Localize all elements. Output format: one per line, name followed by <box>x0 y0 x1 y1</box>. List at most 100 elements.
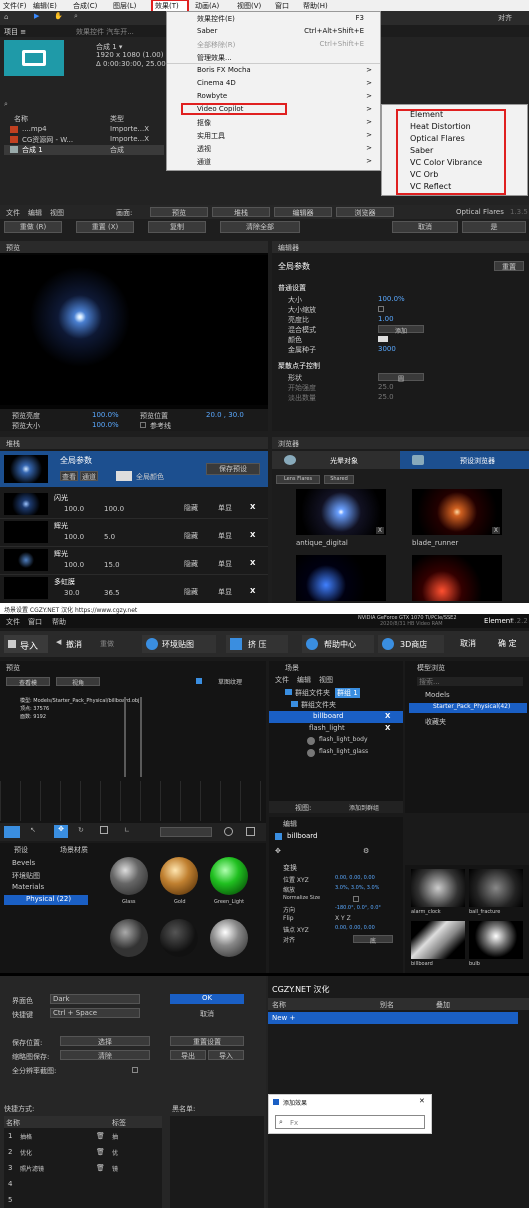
draft-texture-checkbox[interactable] <box>196 678 202 684</box>
editor-reset-button[interactable]: 重置 <box>494 261 524 271</box>
model-thumb[interactable] <box>411 921 465 959</box>
redo-button[interactable]: 重做 <box>100 639 114 649</box>
save-preset-button[interactable]: 保存预设 <box>206 463 260 475</box>
scene-row-flashlight[interactable]: flash_light X <box>269 723 403 735</box>
solo-button[interactable]: 单显 <box>218 559 232 569</box>
model-thumb[interactable] <box>469 869 523 907</box>
delete-layer-button[interactable]: X <box>250 503 255 511</box>
list-item[interactable]: ....mp4 Importe...X <box>4 125 164 135</box>
choose-path-button[interactable]: 选择 <box>60 1036 150 1046</box>
tab-project[interactable]: 项目 ≡ <box>4 27 26 37</box>
physical-folder[interactable]: Physical (22) <box>4 895 88 905</box>
prefs-cancel-button[interactable]: 取消 <box>200 1009 214 1019</box>
submenu-item-reflect[interactable]: VC Reflect <box>410 182 451 191</box>
el-ok-button[interactable]: 确 定 <box>498 638 517 649</box>
submenu-item-saber[interactable]: Saber <box>410 146 433 155</box>
menu-item-perspective[interactable]: 透视 > <box>167 142 380 155</box>
chip-shared[interactable]: Shared <box>324 475 354 484</box>
select-tool-icon[interactable]: ↖ <box>30 826 36 834</box>
solo-button[interactable]: 单显 <box>218 531 232 541</box>
table-row[interactable]: 4 <box>4 1176 162 1192</box>
scene-row-group2[interactable]: 群组文件夹 <box>269 699 403 711</box>
menu-item-channel[interactable]: 通道 > <box>167 155 380 168</box>
col-name[interactable]: 名称 <box>14 114 28 124</box>
help-center-button[interactable]: 帮助中心 <box>302 635 374 653</box>
chip-lens-flares[interactable]: Lens Flares <box>276 475 320 484</box>
el-menu-help[interactable]: 帮助 <box>52 617 66 627</box>
checkbox[interactable] <box>378 306 384 312</box>
preset-thumb[interactable]: X <box>296 489 386 535</box>
of-tab-browser[interactable]: 浏览器 <box>336 207 394 217</box>
blend-mode-select[interactable]: 添加 <box>378 325 424 335</box>
table-row[interactable]: 多虹膜 30.0 36.5 隐藏 单显 X <box>0 575 268 603</box>
copy-button[interactable]: 复制 <box>148 221 206 233</box>
table-row[interactable]: 辉光 100.0 15.0 隐藏 单显 X <box>0 547 268 575</box>
tab-effect-controls[interactable]: 效果控件 汽车开... <box>76 27 134 37</box>
col-type[interactable]: 类型 <box>110 114 124 124</box>
model-folder-selected[interactable]: Starter_Pack_Physical(42) <box>409 703 527 713</box>
zoom-tool-icon[interactable]: ⌕ <box>74 12 78 21</box>
import-button[interactable]: 导入 <box>208 1050 244 1060</box>
list-item[interactable]: CG资源网 - W... Importe...X <box>4 135 164 145</box>
hide-button[interactable]: 隐藏 <box>184 503 198 513</box>
new-effect-row[interactable]: New + <box>268 1012 518 1024</box>
solo-button[interactable]: 单显 <box>218 587 232 597</box>
prefs-ok-button[interactable]: OK <box>170 994 244 1004</box>
scene-row-group1[interactable]: 群组文件夹 群组 1 <box>269 687 403 699</box>
menu-layer[interactable]: 图层(L) <box>113 1 151 11</box>
delete-layer-button[interactable]: X <box>250 531 255 539</box>
tab-presets[interactable]: 预设 <box>14 845 28 855</box>
move-tool-icon[interactable]: ✥ <box>54 825 68 838</box>
menu-item-effect-controls[interactable]: 效果控件(E) F3 <box>167 12 380 25</box>
delete-layer-button[interactable]: X <box>250 587 255 595</box>
el-menu-window[interactable]: 窗口 <box>28 617 42 627</box>
menu-item-manage[interactable]: 管理效果... <box>167 51 380 64</box>
of-tab-stack[interactable]: 堆栈 <box>212 207 270 217</box>
preset-thumb[interactable] <box>412 555 502 601</box>
view-layout-select[interactable] <box>160 827 212 837</box>
selection-tool-icon[interactable]: ▶ <box>34 12 39 20</box>
global-channel-button[interactable]: 通道 <box>80 471 98 481</box>
tab-lens-objects[interactable]: 光晕对象 <box>272 451 400 469</box>
menu-edit[interactable]: 编辑(E) <box>33 1 73 11</box>
el-cancel-button[interactable]: 取消 <box>460 638 476 649</box>
of-menu-file[interactable]: 文件 <box>6 208 20 218</box>
add-group-button[interactable]: 添加到群组 <box>349 803 379 812</box>
clear-cache-button[interactable]: 清除 <box>60 1050 150 1060</box>
tab-scene-materials[interactable]: 场景材质 <box>60 845 88 855</box>
submenu-item-heat-distortion[interactable]: Heat Distortion <box>410 122 471 131</box>
home-icon[interactable]: ⌂ <box>4 13 8 21</box>
material-swatch[interactable] <box>160 919 198 957</box>
shape-select[interactable]: 圆 <box>378 373 424 383</box>
undo-button[interactable]: ◀ 撤消 <box>54 635 98 653</box>
material-swatch[interactable] <box>210 919 248 957</box>
list-item[interactable]: 合成 1 合成 <box>4 145 164 155</box>
menu-item-video-copilot[interactable]: Video Copilot > <box>167 103 380 116</box>
hide-button[interactable]: 隐藏 <box>184 531 198 541</box>
menu-file[interactable]: 文件(F) <box>3 1 33 11</box>
menu-item-remove-all[interactable]: 全部移除(R) Ctrl+Shift+E <box>167 38 380 51</box>
material-swatch[interactable] <box>160 857 198 895</box>
align-select[interactable]: 底 <box>353 935 393 945</box>
camera-icon[interactable] <box>4 826 20 838</box>
table-row[interactable]: 辉光 100.0 5.0 隐藏 单显 X <box>0 519 268 547</box>
align-label[interactable]: 对齐 <box>498 13 512 23</box>
submenu-item-color-vibrance[interactable]: VC Color Vibrance <box>410 158 482 167</box>
export-button[interactable]: 导出 <box>170 1050 206 1060</box>
model-thumb[interactable] <box>411 869 465 907</box>
solo-button[interactable]: 单显 <box>218 503 232 513</box>
material-swatch[interactable] <box>110 857 148 895</box>
global-view-button[interactable]: 查看 <box>60 471 78 481</box>
cancel-button[interactable]: 取消 <box>392 221 458 233</box>
menu-help[interactable]: 帮助(H) <box>303 1 343 11</box>
menu-item-boris[interactable]: Boris FX Mocha > <box>167 64 380 77</box>
fx-search-input[interactable]: ⌕ Fx <box>275 1115 425 1129</box>
preset-thumb[interactable] <box>296 555 386 601</box>
delete-layer-button[interactable]: X <box>250 559 255 567</box>
guides-checkbox[interactable] <box>140 422 146 428</box>
env-map-button[interactable]: 环境贴图 <box>142 635 216 653</box>
menu-window[interactable]: 窗口 <box>275 1 303 11</box>
material-swatch[interactable] <box>210 857 248 895</box>
table-row[interactable]: 3 照片滤镜 🗑 镜 <box>4 1160 162 1176</box>
scene-row-flb[interactable]: flash_light_body <box>269 735 403 747</box>
